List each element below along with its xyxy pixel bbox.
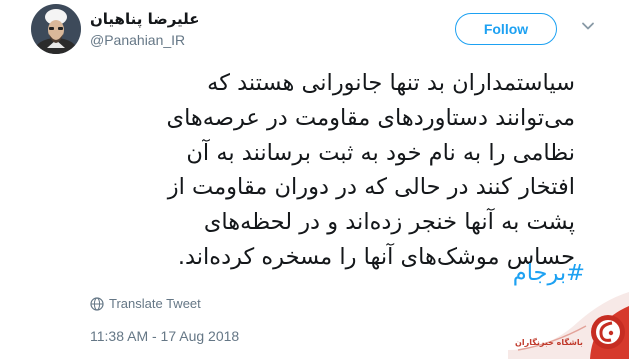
avatar[interactable]	[31, 4, 81, 54]
tweet-line: سیاستمداران بد تنها جانورانی هستند که	[207, 70, 575, 96]
follow-button[interactable]: Follow	[455, 13, 557, 45]
tweet-line: پشت به آنها خنجر زده‌اند و در لحظه‌های	[203, 209, 575, 236]
tweet-line: حساس موشک‌های آنها را مسخره کرده‌اند.	[177, 243, 575, 270]
globe-icon	[90, 296, 104, 311]
tweet-line: نظامی را به نام خود به ثبت برسانند به آن	[186, 139, 575, 166]
watermark-caption: باشگاه خبرنگاران	[515, 338, 583, 347]
tweet-line: افتخار کنند در حالی که در دوران مقاومت ا…	[167, 174, 575, 201]
tweet-line: می‌توانند دستاوردهای مقاومت در عرصه‌های	[166, 104, 575, 131]
tweet-text: سیاستمداران بد تنها جانورانی هستند که می…	[90, 66, 575, 275]
news-agency-logo: باشگاه خبرنگاران	[508, 292, 629, 359]
chevron-down-icon[interactable]	[580, 18, 596, 34]
author-handle[interactable]: @Panahian_IR	[90, 32, 185, 48]
author-name[interactable]: علیرضا پناهیان	[90, 10, 200, 28]
watermark-logo-icon	[508, 292, 629, 359]
translate-tweet-label: Translate Tweet	[109, 296, 201, 311]
translate-tweet-button[interactable]: Translate Tweet	[90, 296, 201, 311]
avatar-image	[31, 4, 81, 54]
hashtag-link[interactable]: #برجام	[513, 258, 585, 288]
tweet-timestamp[interactable]: 11:38 AM - 17 Aug 2018	[90, 328, 239, 344]
